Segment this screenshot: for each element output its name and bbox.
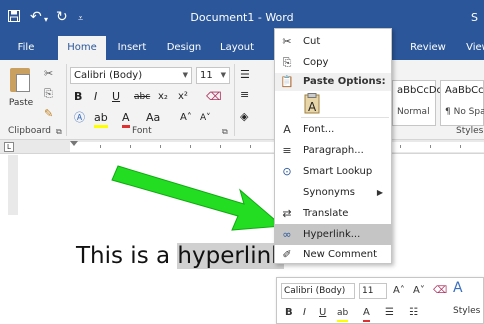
font-group-label: Font <box>132 126 152 136</box>
mini-font-size-box[interactable]: 11 <box>359 283 387 299</box>
underline-button[interactable]: U <box>112 90 120 104</box>
font-icon: A <box>283 123 291 136</box>
paste-keep-text-only-icon[interactable]: A <box>303 93 323 115</box>
style-normal[interactable]: aBbCcDc Normal <box>392 80 442 126</box>
bullets-icon[interactable]: ☰ <box>240 68 250 82</box>
font-size-box[interactable]: 11 ▼ <box>196 67 230 84</box>
clipboard-icon: 📋 <box>280 75 294 88</box>
word-window: ↶ ▾ ↻ ⩡ Document1 - Word S File Home Ins… <box>0 0 484 324</box>
tab-design[interactable]: Design <box>160 36 208 60</box>
mini-font-color-icon[interactable]: A <box>363 306 370 322</box>
font-color-icon[interactable]: A <box>122 111 130 128</box>
document-text: This is a <box>76 243 178 269</box>
mini-bullets-icon[interactable]: ☰ <box>385 306 394 320</box>
paragraph-icon: ≡ <box>282 144 292 157</box>
tab-view[interactable]: View <box>458 36 484 60</box>
tab-home[interactable]: Home <box>58 36 106 60</box>
change-case-button[interactable]: Aa <box>146 111 160 125</box>
menu-item-synonyms[interactable]: Synonyms ▶ <box>275 182 391 203</box>
text-effects-icon[interactable]: Ⓐ <box>74 111 85 125</box>
link-icon: ∞ <box>282 228 292 241</box>
context-menu: ✂ Cut ⎘ Copy 📋 Paste Options: A A Font..… <box>274 28 392 264</box>
search-icon: ⊙ <box>282 165 292 178</box>
tab-layout[interactable]: Layout <box>214 36 260 60</box>
indent-marker[interactable] <box>70 141 78 146</box>
mini-toolbar: Calibri (Body) 11 A˄ A˅ ⌫ A B I U ab A ☰… <box>276 277 484 324</box>
tab-review[interactable]: Review <box>404 36 452 60</box>
menu-item-hyperlink[interactable]: ∞ Hyperlink... <box>275 224 391 245</box>
styles-icon[interactable]: A <box>453 281 463 295</box>
title-bar: ↶ ▾ ↻ ⩡ Document1 - Word S <box>0 0 484 36</box>
font-name-box[interactable]: Calibri (Body) ▼ <box>70 67 192 84</box>
clear-formatting-icon[interactable]: ⌫ <box>433 284 447 298</box>
mini-numbering-icon[interactable]: ☷ <box>409 306 418 320</box>
grow-font-button[interactable]: A˄ <box>180 111 192 125</box>
shading-icon[interactable]: ◈ <box>240 110 248 124</box>
format-painter-icon[interactable]: ✎ <box>44 108 53 120</box>
menu-item-font[interactable]: A Font... <box>275 119 391 140</box>
align-left-icon[interactable]: ≡ <box>240 88 249 102</box>
style-no-spacing[interactable]: AaBbCcD ¶ No Spac <box>440 80 484 126</box>
dialog-launcher-icon[interactable]: ⧉ <box>222 126 228 138</box>
menu-item-new-comment[interactable]: ✐ New Comment <box>275 244 391 265</box>
document-text-line[interactable]: This is a hyperlink. <box>76 243 292 269</box>
mini-italic-button[interactable]: I <box>303 306 306 320</box>
comment-icon: ✐ <box>282 248 292 261</box>
strikethrough-button[interactable]: abc <box>134 90 150 104</box>
shrink-font-icon[interactable]: A˅ <box>413 284 425 298</box>
highlight-color-icon[interactable]: ab <box>94 111 108 128</box>
menu-item-translate[interactable]: ⇄ Translate <box>275 203 391 224</box>
horizontal-ruler[interactable]: L <box>0 140 484 154</box>
ribbon-home: Paste ✂ ⎘ ✎ Clipboard ⧉ Calibri (Body) ▼… <box>0 60 484 140</box>
svg-text:A: A <box>308 100 317 114</box>
menu-item-copy[interactable]: ⎘ Copy <box>275 52 391 73</box>
copy-icon: ⎘ <box>282 56 292 69</box>
tab-selector[interactable]: L <box>4 142 14 152</box>
superscript-button[interactable]: x² <box>178 90 188 104</box>
bold-button[interactable]: B <box>74 90 82 104</box>
selected-text[interactable]: hyperlink <box>177 243 285 269</box>
menu-item-cut[interactable]: ✂ Cut <box>275 31 391 52</box>
dialog-launcher-icon[interactable]: ⧉ <box>56 126 62 138</box>
mini-underline-button[interactable]: U <box>319 306 326 320</box>
mini-highlight-icon[interactable]: ab <box>337 306 349 322</box>
mini-bold-button[interactable]: B <box>285 306 293 320</box>
chevron-right-icon: ▶ <box>376 188 383 197</box>
clipboard-group-label: Clipboard <box>8 126 51 136</box>
window-title: Document1 - Word <box>190 11 294 24</box>
paste-button[interactable]: Paste <box>6 64 36 120</box>
grow-font-icon[interactable]: A˄ <box>393 284 405 298</box>
ribbon-tabs: File Home Insert Design Layout Review Vi… <box>0 36 484 60</box>
shrink-font-button[interactable]: A˅ <box>200 111 211 125</box>
mini-font-name-box[interactable]: Calibri (Body) <box>281 283 355 299</box>
tab-file[interactable]: File <box>10 36 42 60</box>
italic-button[interactable]: I <box>94 90 97 104</box>
chevron-down-icon: ▼ <box>220 71 226 79</box>
menu-item-smart-lookup[interactable]: ⊙ Smart Lookup <box>275 161 391 182</box>
tab-insert[interactable]: Insert <box>112 36 152 60</box>
cut-icon[interactable]: ✂ <box>44 68 53 80</box>
subscript-button[interactable]: x₂ <box>158 90 168 104</box>
mini-styles-label[interactable]: Styles <box>453 306 480 316</box>
paste-options-header: 📋 Paste Options: <box>275 73 391 91</box>
styles-group-label: Styles <box>456 126 484 136</box>
copy-icon[interactable]: ⎘ <box>44 88 53 100</box>
paste-label: Paste <box>8 98 34 108</box>
translate-icon: ⇄ <box>282 207 292 220</box>
menu-item-paragraph[interactable]: ≡ Paragraph... <box>275 140 391 161</box>
scissors-icon: ✂ <box>282 35 292 48</box>
chevron-down-icon: ▼ <box>182 71 188 79</box>
title-right-text: S <box>471 11 478 24</box>
clear-formatting-icon[interactable]: ⌫ <box>206 90 222 104</box>
